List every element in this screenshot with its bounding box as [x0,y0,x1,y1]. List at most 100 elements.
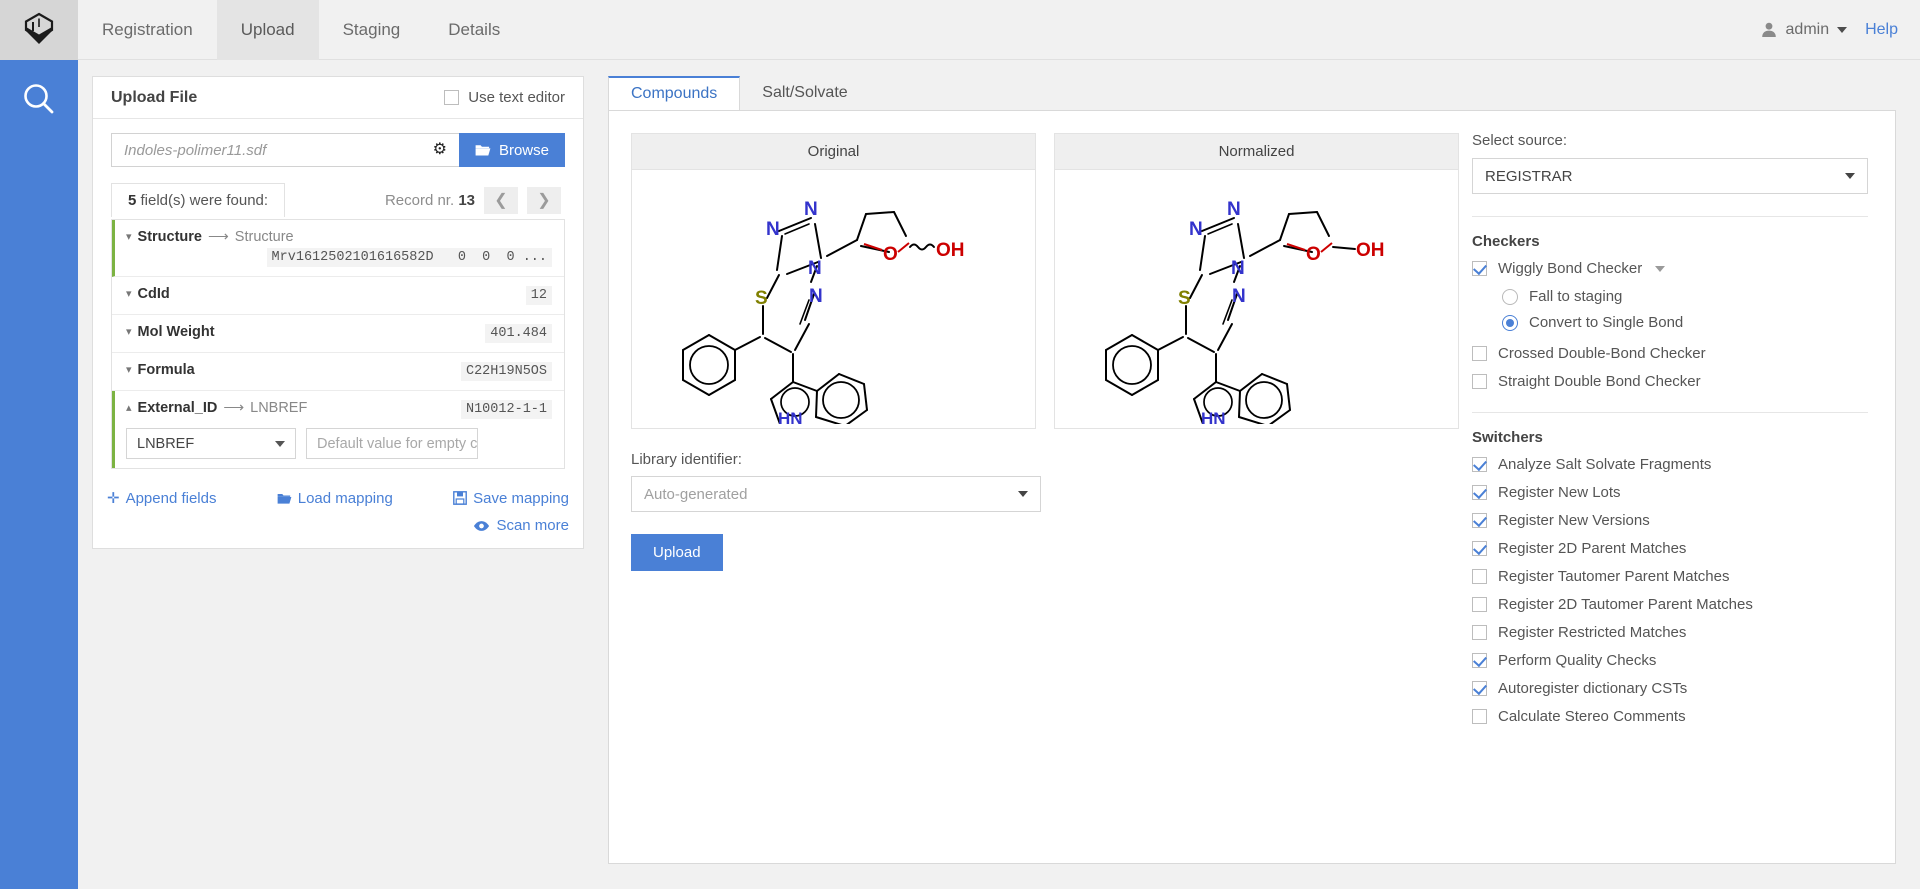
field-mapping-list: ▾ Structure ⟶ Structure Mrv1612502101616… [111,219,565,469]
person-icon [1761,22,1776,37]
record-number-label: Record nr. 13 [385,192,475,209]
user-name: admin [1785,21,1830,38]
file-name-input[interactable]: Indoles-polimer11.sdf ⚙ [111,133,459,167]
tab-compounds[interactable]: Compounds [608,76,741,110]
default-value-input[interactable]: Default value for empty cases [306,428,478,459]
radio-convert-to-single-bond[interactable]: Convert to Single Bond [1502,314,1872,331]
plus-icon: ✛ [107,490,120,507]
chevron-down-icon[interactable]: ▾ [126,288,132,300]
field-row-mol-weight[interactable]: ▾ Mol Weight 401.484 [112,315,564,353]
checkbox-box [1472,485,1487,500]
checkers-title: Checkers [1472,233,1540,250]
save-disk-icon [453,491,467,505]
atom-label-OH: OH [1356,240,1385,261]
help-link[interactable]: Help [1865,21,1898,39]
tab-salt-solvate[interactable]: Salt/Solvate [740,76,869,110]
radio-circle [1502,314,1518,331]
record-next-button[interactable]: ❯ [527,186,561,214]
folder-open-icon [277,493,292,504]
original-structure-title: Original [632,134,1035,170]
browse-button[interactable]: Browse [458,133,565,167]
top-bar: Registration Upload Staging Details admi… [78,0,1920,60]
switcher-register-2d-tautomer-parent-matches[interactable]: Register 2D Tautomer Parent Matches [1472,596,1872,613]
select-source-dropdown[interactable]: REGISTRAR [1472,158,1868,194]
switcher-register-new-lots[interactable]: Register New Lots [1472,484,1872,501]
user-menu[interactable]: admin [1760,21,1848,39]
field-row-cdid[interactable]: ▾ CdId 12 [112,277,564,315]
checker-straight-double-bond[interactable]: Straight Double Bond Checker [1472,373,1872,390]
mapping-links-row-2: Scan more [107,517,569,534]
gear-icon[interactable]: ⚙ [433,142,447,158]
switcher-label: Register New Lots [1498,484,1621,501]
field-row-external-id[interactable]: ▴ External_ID ⟶ LNBREF N10012-1-1 LNBREF [112,391,564,468]
chevron-up-icon[interactable]: ▴ [126,402,132,414]
field-value-wrap: Mrv1612502101616582D 0 0 0 ... [126,248,552,267]
load-mapping-link[interactable]: Load mapping [277,489,393,507]
save-mapping-link[interactable]: Save mapping [453,489,569,507]
load-mapping-label: Load mapping [297,489,393,507]
chevron-down-icon[interactable]: ▾ [126,364,132,376]
eye-icon [474,520,490,531]
app-root: Registration Upload Staging Details admi… [0,0,1920,889]
record-prev-button[interactable]: ❮ [484,186,518,214]
checker-wiggly-bond[interactable]: Wiggly Bond Checker [1472,260,1872,277]
app-logo[interactable] [0,0,78,60]
field-target-name: LNBREF [250,400,308,416]
upload-submit-button[interactable]: Upload [631,534,723,571]
field-target-name: Structure [234,229,294,245]
checker-crossed-double-bond[interactable]: Crossed Double-Bond Checker [1472,345,1872,362]
checkbox-box [1472,541,1487,556]
switcher-calculate-stereo-comments[interactable]: Calculate Stereo Comments [1472,708,1872,725]
switcher-register-restricted-matches[interactable]: Register Restricted Matches [1472,624,1872,641]
radio-fall-to-staging[interactable]: Fall to staging [1502,288,1872,305]
main-navigation: Registration Upload Staging Details [78,0,524,60]
switcher-register-new-versions[interactable]: Register New Versions [1472,512,1872,529]
nav-item-details[interactable]: Details [424,0,524,60]
normalized-structure-body: N N N N HN S O OH [1055,170,1458,428]
nav-item-staging[interactable]: Staging [319,0,425,60]
chevron-down-icon[interactable]: ▾ [126,326,132,338]
field-row-structure[interactable]: ▾ Structure ⟶ Structure Mrv1612502101616… [112,220,564,277]
external-id-target-select[interactable]: LNBREF [126,428,296,459]
checkbox-box [1472,569,1487,584]
checker-label: Crossed Double-Bond Checker [1498,345,1706,362]
switcher-analyze-salt-solvate-fragments[interactable]: Analyze Salt Solvate Fragments [1472,456,1872,473]
use-text-editor-label: Use text editor [468,89,565,106]
atom-label-HN: HN [1201,409,1226,424]
switcher-perform-quality-checks[interactable]: Perform Quality Checks [1472,652,1872,669]
record-number-value: 13 [458,191,475,209]
arrow-icon: ⟶ [208,229,229,245]
search-icon-button[interactable] [0,60,78,138]
nav-item-registration[interactable]: Registration [78,0,217,60]
atom-label-N: N [1231,258,1245,279]
switcher-register-tautomer-parent-matches[interactable]: Register Tautomer Parent Matches [1472,568,1872,585]
field-value: N10012-1-1 [460,400,552,419]
original-structure-body: N N N N HN S O OH [632,170,1035,428]
left-rail [0,0,78,889]
scan-more-link[interactable]: Scan more [473,517,569,534]
normalized-structure-title: Normalized [1055,134,1458,170]
upload-file-card: Upload File Use text editor Indoles-poli… [92,76,584,549]
normalized-molecule-structure: N N N N HN S O OH [1104,199,1385,424]
switchers-title: Switchers [1472,429,1543,446]
record-label-text: Record nr. [384,191,455,209]
use-text-editor-checkbox[interactable]: Use text editor [444,89,565,106]
nav-item-upload[interactable]: Upload [216,0,319,60]
chevron-down-icon[interactable]: ▾ [126,231,132,243]
switcher-autoregister-dictionary-csts[interactable]: Autoregister dictionary CSTs [1472,680,1872,697]
atom-label-O: O [883,244,898,265]
append-fields-link[interactable]: ✛ Append fields [107,489,216,508]
field-line: ▾ Structure ⟶ Structure [126,229,552,245]
upload-card-header: Upload File Use text editor [93,77,583,119]
divider [1472,216,1868,217]
radio-label: Convert to Single Bond [1529,314,1684,331]
switcher-register-2d-parent-matches[interactable]: Register 2D Parent Matches [1472,540,1872,557]
browse-label: Browse [498,141,549,159]
main-tabs: Compounds Salt/Solvate [608,76,870,110]
checkbox-box [444,90,460,105]
chevron-down-icon[interactable] [1655,265,1666,272]
field-line: ▾ Formula C22H19N5OS [126,362,552,381]
library-identifier-select[interactable]: Auto-generated [631,476,1041,512]
field-row-formula[interactable]: ▾ Formula C22H19N5OS [112,353,564,391]
fields-found-badge: 5 field(s) were found: [111,183,286,217]
